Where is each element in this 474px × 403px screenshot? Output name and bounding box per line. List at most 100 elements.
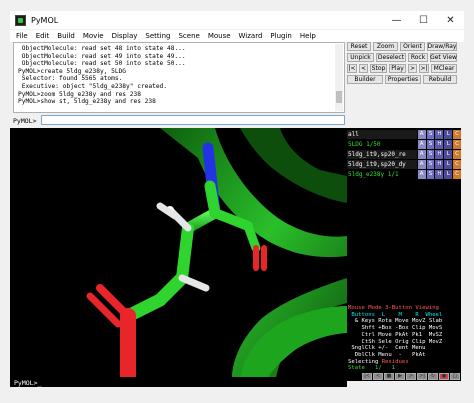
hide-button[interactable]: H xyxy=(435,130,444,139)
rock-button[interactable]: Rock xyxy=(408,53,428,62)
next-frame-button[interactable]: > xyxy=(408,64,417,73)
minimize-button[interactable]: — xyxy=(383,11,410,29)
object-row-sele-dy[interactable]: 5ldg_it9,sp20_dy A S H L C xyxy=(347,160,462,169)
movie-controls: |< < ■ ▶ > >| ↻ ● □ xyxy=(347,371,461,381)
label-button[interactable]: L xyxy=(444,150,453,159)
object-list-panel: all A S H L C 5LDG 1/50 A S H L C 5ldg_i… xyxy=(347,128,462,305)
hide-button[interactable]: H xyxy=(435,170,444,179)
properties-button[interactable]: Properties xyxy=(385,75,421,84)
step-forward-icon[interactable]: > xyxy=(406,372,416,380)
show-button[interactable]: S xyxy=(426,170,435,179)
deselect-button[interactable]: Deselect xyxy=(376,53,406,62)
menu-edit[interactable]: Edit xyxy=(36,32,50,40)
reset-button[interactable]: Reset xyxy=(347,42,371,51)
menu-wizard[interactable]: Wizard xyxy=(239,32,263,40)
menu-file[interactable]: File xyxy=(16,32,28,40)
first-frame-button[interactable]: |< xyxy=(347,64,357,73)
hide-button[interactable]: H xyxy=(435,140,444,149)
orient-button[interactable]: Orient xyxy=(400,42,425,51)
fullscreen-icon[interactable]: □ xyxy=(450,372,460,380)
selecting-label: Selecting xyxy=(348,358,379,365)
object-name[interactable]: 5ldg_it9,sp20_dy xyxy=(347,160,417,169)
hide-button[interactable]: H xyxy=(435,150,444,159)
last-frame-button[interactable]: >| xyxy=(419,64,429,73)
menu-build[interactable]: Build xyxy=(57,32,75,40)
color-button[interactable]: C xyxy=(453,150,462,159)
title-bar: PyMOL — ☐ ✕ xyxy=(10,11,464,30)
stop-icon[interactable]: ■ xyxy=(384,372,394,380)
action-button[interactable]: A xyxy=(417,140,426,149)
object-name-text: 5LDG xyxy=(348,141,363,148)
object-name[interactable]: 5ldg_it9,sp20_re xyxy=(347,150,417,159)
label-button[interactable]: L xyxy=(444,160,453,169)
menu-display[interactable]: Display xyxy=(112,32,138,40)
show-button[interactable]: S xyxy=(426,150,435,159)
menu-mouse[interactable]: Mouse xyxy=(208,32,231,40)
rewind-icon[interactable]: |< xyxy=(362,372,372,380)
object-row-sele-re[interactable]: 5ldg_it9,sp20_re A S H L C xyxy=(347,150,462,159)
window-title: PyMOL xyxy=(31,15,59,25)
label-button[interactable]: L xyxy=(444,130,453,139)
color-button[interactable]: C xyxy=(453,170,462,179)
console-scrollbar[interactable] xyxy=(335,44,343,111)
action-button[interactable]: A xyxy=(417,160,426,169)
action-button[interactable]: A xyxy=(417,150,426,159)
unpick-button[interactable]: Unpick xyxy=(347,53,374,62)
loop-icon[interactable]: ↻ xyxy=(428,372,438,380)
console-log[interactable]: ObjectMolecule: read set 48 into state 4… xyxy=(13,42,345,113)
helix-ribbon-back xyxy=(240,128,347,203)
play-icon[interactable]: ▶ xyxy=(395,372,405,380)
object-name[interactable]: 5LDG 1/50 xyxy=(347,140,417,149)
menu-movie[interactable]: Movie xyxy=(83,32,104,40)
rebuild-button[interactable]: Rebuild xyxy=(423,75,457,84)
stop-button[interactable]: Stop xyxy=(370,64,387,73)
color-button[interactable]: C xyxy=(453,140,462,149)
menu-help[interactable]: Help xyxy=(300,32,316,40)
object-state: 1/1 xyxy=(387,171,399,178)
console-line: Selector: found 5565 atoms. xyxy=(18,75,123,83)
command-input[interactable] xyxy=(41,115,345,125)
mclear-button[interactable]: MClear xyxy=(431,64,457,73)
label-button[interactable]: L xyxy=(444,140,453,149)
maximize-button[interactable]: ☐ xyxy=(410,11,437,29)
color-button[interactable]: C xyxy=(453,130,462,139)
zoom-button[interactable]: Zoom xyxy=(373,42,398,51)
console-line: PyMOL>show st, 5ldg_e238y and res 238 xyxy=(18,98,156,106)
show-button[interactable]: S xyxy=(426,130,435,139)
menu-scene[interactable]: Scene xyxy=(178,32,199,40)
viewer-bottom-strip xyxy=(10,377,347,387)
selecting-mode[interactable]: Selecting Residues xyxy=(347,359,461,366)
step-back-icon[interactable]: < xyxy=(373,372,383,380)
close-button[interactable]: ✕ xyxy=(437,11,464,29)
mouse-buttons-row: Buttons L M R Wheel xyxy=(348,311,443,318)
object-row-all[interactable]: all A S H L C xyxy=(347,130,462,139)
object-name[interactable]: 5ldg_e238y 1/1 xyxy=(347,170,417,179)
get-view-button[interactable]: Get View xyxy=(430,53,457,62)
menu-setting[interactable]: Setting xyxy=(145,32,170,40)
draw-ray-button[interactable]: Draw/Ray xyxy=(427,42,457,51)
color-button[interactable]: C xyxy=(453,160,462,169)
object-row-5ldg-e238y[interactable]: 5ldg_e238y 1/1 A S H L C xyxy=(347,170,462,179)
object-name[interactable]: all xyxy=(347,130,417,139)
bond-hydrogen xyxy=(178,274,210,292)
viewer-prompt: PyMOL>_ xyxy=(14,379,42,387)
show-button[interactable]: S xyxy=(426,140,435,149)
object-row-5ldg[interactable]: 5LDG 1/50 A S H L C xyxy=(347,140,462,149)
prev-frame-button[interactable]: < xyxy=(359,64,368,73)
molecular-viewer[interactable] xyxy=(10,128,347,378)
menu-plugin[interactable]: Plugin xyxy=(270,32,291,40)
record-icon[interactable]: ● xyxy=(439,372,449,380)
hide-button[interactable]: H xyxy=(435,160,444,169)
label-button[interactable]: L xyxy=(444,170,453,179)
builder-button[interactable]: Builder xyxy=(347,75,383,84)
scrollbar-thumb[interactable] xyxy=(336,91,342,103)
fast-forward-icon[interactable]: >| xyxy=(417,372,427,380)
mouse-mode-header[interactable]: Mouse Mode 3-Button Viewing xyxy=(347,305,461,312)
play-button[interactable]: Play xyxy=(389,64,406,73)
action-button[interactable]: A xyxy=(417,130,426,139)
action-button[interactable]: A xyxy=(417,170,426,179)
show-button[interactable]: S xyxy=(426,160,435,169)
molecule-render xyxy=(86,128,347,378)
mouse-mode-panel[interactable]: Mouse Mode 3-Button Viewing Buttons L M … xyxy=(347,305,461,371)
command-button-panel: Reset Zoom Orient Draw/Ray Unpick Desele… xyxy=(347,42,461,114)
